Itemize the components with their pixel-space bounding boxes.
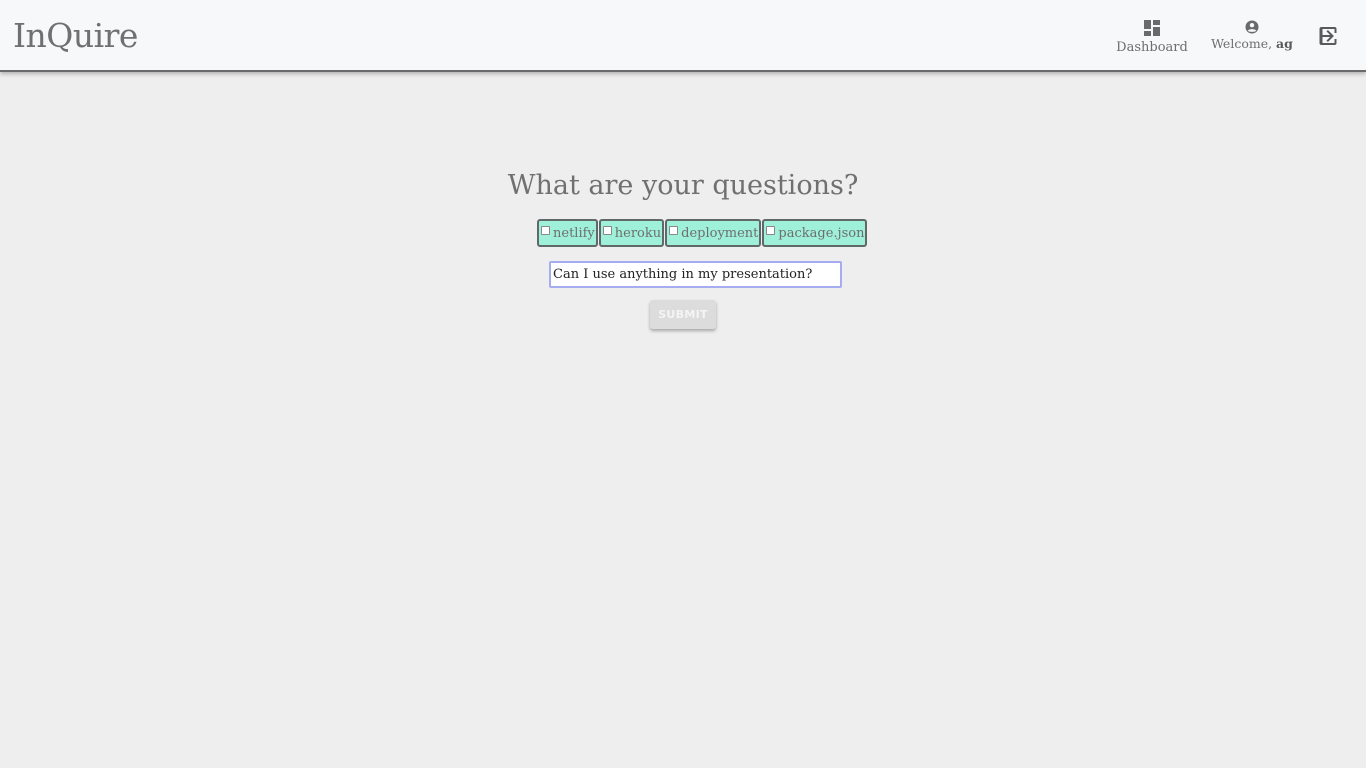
dashboard-icon bbox=[1144, 20, 1160, 36]
tag-netlify[interactable]: netlify bbox=[537, 219, 598, 247]
account-circle-icon bbox=[1245, 20, 1259, 34]
app-logo[interactable]: InQuire bbox=[13, 16, 138, 56]
welcome-text: Welcome, ag bbox=[1211, 36, 1293, 51]
question-input[interactable] bbox=[549, 261, 842, 288]
tag-label: deployment bbox=[681, 225, 759, 241]
logout-button[interactable] bbox=[1316, 24, 1340, 48]
dashboard-nav-button[interactable]: Dashboard bbox=[1114, 20, 1190, 60]
tag-deployment[interactable]: deployment bbox=[665, 219, 762, 247]
exit-to-app-icon bbox=[1319, 27, 1337, 45]
dashboard-label: Dashboard bbox=[1116, 40, 1188, 55]
tag-checkbox[interactable] bbox=[602, 225, 612, 235]
tag-package-json[interactable]: package.json bbox=[762, 219, 868, 247]
welcome-prefix: Welcome, bbox=[1211, 36, 1277, 51]
top-app-bar: InQuire Dashboard Welcome, ag bbox=[0, 0, 1366, 72]
submit-button[interactable]: SUBMIT bbox=[650, 300, 716, 329]
tag-list: netlify heroku deployment package.json bbox=[537, 219, 868, 247]
tag-label: heroku bbox=[614, 225, 662, 241]
user-welcome: Welcome, ag bbox=[1210, 20, 1294, 56]
tag-label: package.json bbox=[778, 225, 865, 241]
tag-label: netlify bbox=[553, 225, 595, 241]
tag-checkbox[interactable] bbox=[541, 225, 550, 235]
page-title: What are your questions? bbox=[507, 170, 859, 201]
tag-checkbox[interactable] bbox=[766, 225, 776, 235]
tag-checkbox[interactable] bbox=[669, 225, 679, 235]
tag-heroku[interactable]: heroku bbox=[598, 219, 665, 247]
username: ag bbox=[1276, 36, 1293, 51]
